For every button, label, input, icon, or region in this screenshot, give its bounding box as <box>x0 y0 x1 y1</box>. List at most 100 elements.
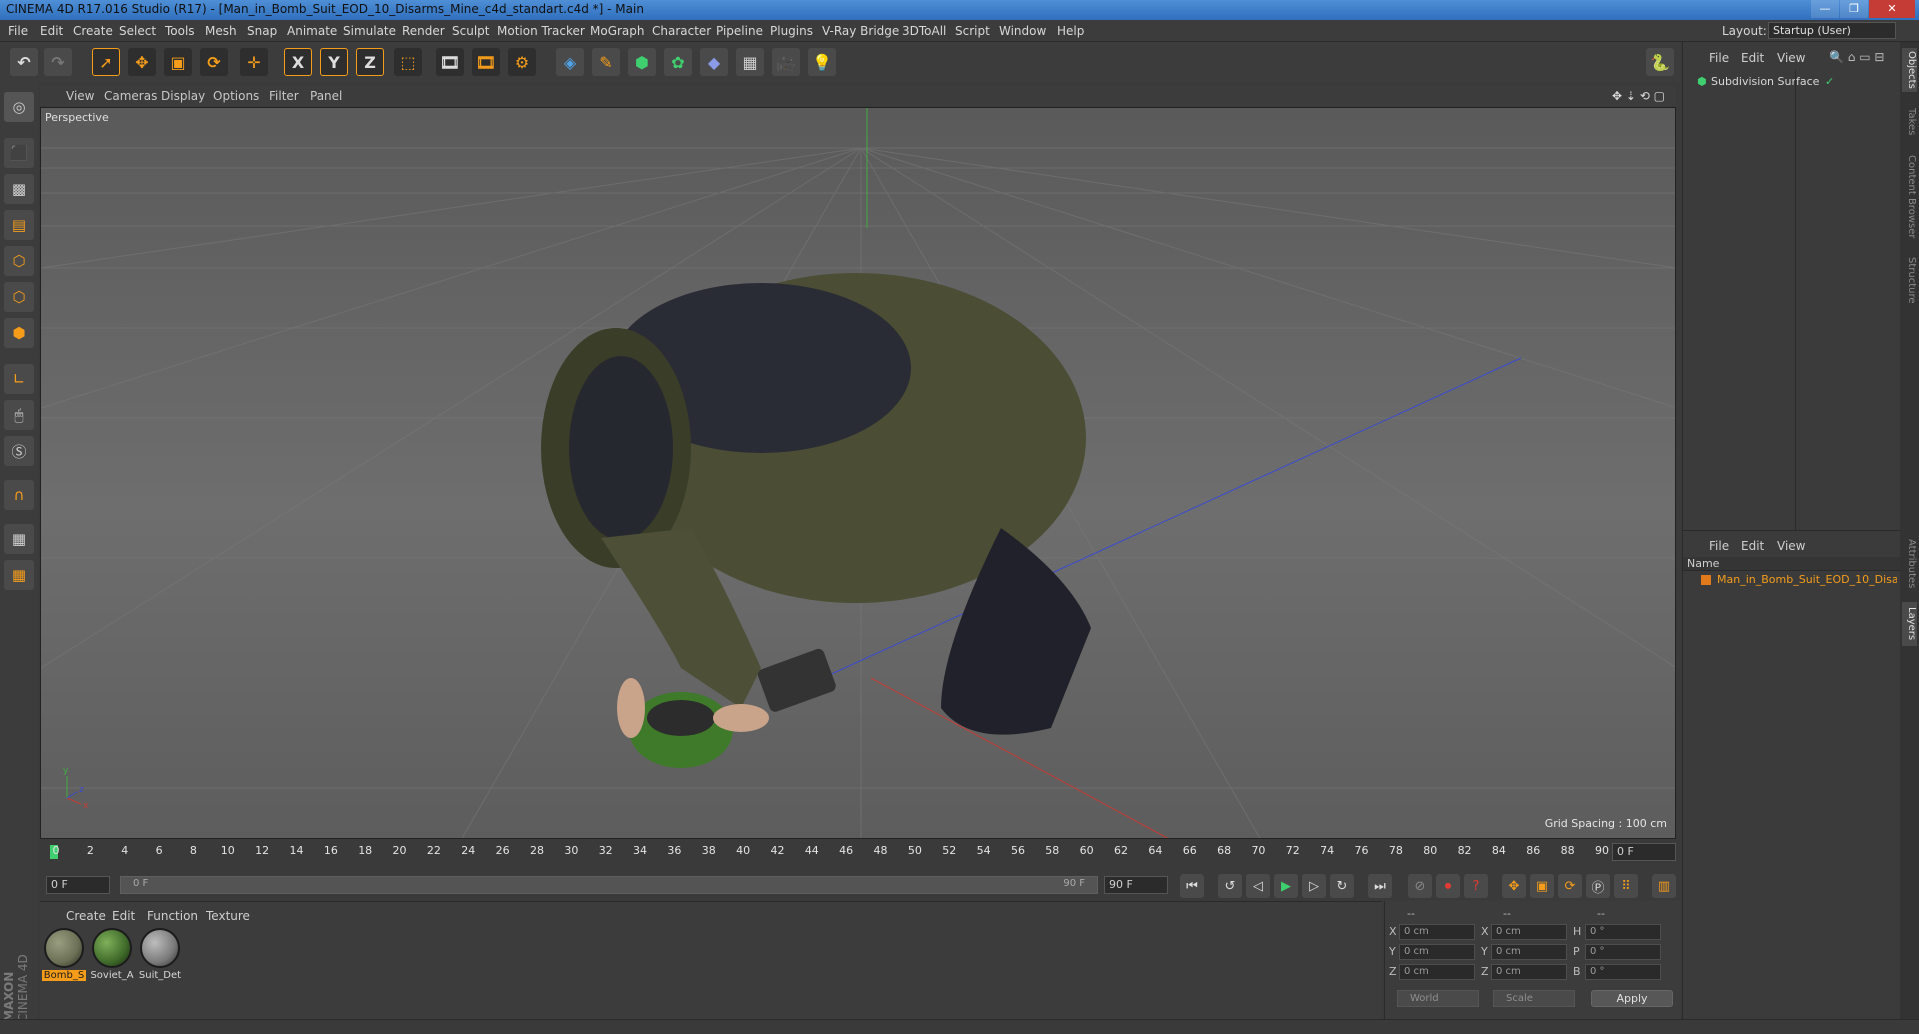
menu-motion-tracker[interactable]: Motion Tracker <box>497 24 585 38</box>
deformer-icon[interactable]: ◆ <box>700 48 728 76</box>
render-settings-icon[interactable]: ⚙ <box>508 48 536 76</box>
menu-select[interactable]: Select <box>119 24 156 38</box>
viewport-menu-panel[interactable]: Panel <box>310 89 342 103</box>
timeline-ruler[interactable]: 0 2 4 6 8 10 12 14 16 18 20 22 24 26 28 30 32 34 36 38 40 42 4… <box>40 841 1680 863</box>
menu-script[interactable]: Script <box>955 24 990 38</box>
play-icon[interactable]: ▶ <box>1274 874 1298 898</box>
key-position-icon[interactable]: ✥ <box>1502 874 1526 898</box>
coordinate-space-select[interactable]: World <box>1397 990 1479 1007</box>
tab-objects[interactable]: Objects <box>1902 48 1917 92</box>
viewport-perspective[interactable]: Perspective y x z Grid Spacing: 100 cm <box>40 107 1676 839</box>
y-axis-lock-button[interactable]: Y <box>320 48 348 76</box>
menu-file[interactable]: File <box>8 24 28 38</box>
render-picture-viewer-icon[interactable]: 🎞 <box>472 48 500 76</box>
scale-tool-icon[interactable]: ▣ <box>164 48 192 76</box>
menu-character[interactable]: Character <box>652 24 711 38</box>
menu-pipeline[interactable]: Pipeline <box>716 24 763 38</box>
timeline-window-icon[interactable]: ▥ <box>1652 874 1676 898</box>
light-icon[interactable]: 💡 <box>808 48 836 76</box>
redo-icon[interactable]: ↷ <box>44 48 72 76</box>
size-y-field[interactable]: 0 cm <box>1491 944 1567 960</box>
subdivision-surface-icon[interactable]: ⬢ <box>628 48 656 76</box>
menu-animate[interactable]: Animate <box>287 24 337 38</box>
floor-icon[interactable]: ▦ <box>736 48 764 76</box>
rotation-h-field[interactable]: 0 ° <box>1585 924 1661 940</box>
autokey-icon[interactable]: ⏺ <box>1436 874 1460 898</box>
pen-spline-icon[interactable]: ✎ <box>592 48 620 76</box>
go-to-end-icon[interactable]: ⏭ <box>1368 874 1392 898</box>
close-button[interactable]: ✕ <box>1869 0 1915 18</box>
move-tool-icon[interactable]: ✥ <box>128 48 156 76</box>
menu-edit[interactable]: Edit <box>40 24 63 38</box>
python-icon[interactable]: 🐍 <box>1646 48 1674 76</box>
size-z-field[interactable]: 0 cm <box>1491 964 1567 980</box>
workplane-lock-icon[interactable]: ▦ <box>4 524 34 554</box>
workplane-icon[interactable]: ▦ <box>4 560 34 590</box>
tweak-mode-icon[interactable]: 🖱 <box>4 400 34 430</box>
material-menu-create[interactable]: Create <box>66 909 106 923</box>
layout-select[interactable]: Startup (User) <box>1768 22 1896 39</box>
start-frame-field[interactable]: 0 F <box>46 876 110 894</box>
rotation-p-field[interactable]: 0 ° <box>1585 944 1661 960</box>
tab-structure[interactable]: Structure <box>1902 252 1917 308</box>
menu-render[interactable]: Render <box>402 24 445 38</box>
viewport-nav-icons[interactable]: ✥ ⇣ ⟲ ▢ <box>1612 89 1665 103</box>
position-y-field[interactable]: 0 cm <box>1399 944 1475 960</box>
rotation-b-field[interactable]: 0 ° <box>1585 964 1661 980</box>
layer-row[interactable]: Man_in_Bomb_Suit_EOD_10_Disarms_Mine <box>1687 573 1897 587</box>
maximize-button[interactable]: ❐ <box>1840 0 1868 18</box>
menu-simulate[interactable]: Simulate <box>343 24 396 38</box>
viewport-menu-cameras[interactable]: Cameras <box>104 89 157 103</box>
magnet-icon[interactable]: ∩ <box>4 480 34 510</box>
range-slider[interactable]: 0 F 90 F <box>120 876 1098 894</box>
material-menu-texture[interactable]: Texture <box>206 909 250 923</box>
key-rotation-icon[interactable]: ⟳ <box>1558 874 1582 898</box>
end-frame-field[interactable]: 90 F <box>1104 876 1168 894</box>
current-frame-field[interactable]: 0 F <box>1612 843 1676 861</box>
render-view-icon[interactable]: 🎞 <box>436 48 464 76</box>
menu-window[interactable]: Window <box>999 24 1046 38</box>
viewport-menu-filter[interactable]: Filter <box>269 89 299 103</box>
select-tool-icon[interactable]: ➚ <box>92 48 120 76</box>
record-keys-icon[interactable]: ⊘ <box>1408 874 1432 898</box>
model-mode-icon[interactable]: ⬛ <box>4 138 34 168</box>
tab-content-browser[interactable]: Content Browser <box>1902 152 1917 242</box>
go-to-start-icon[interactable]: ⏮ <box>1180 874 1204 898</box>
next-frame-icon[interactable]: ▷ <box>1302 874 1326 898</box>
menu-plugins[interactable]: Plugins <box>770 24 813 38</box>
cube-primitive-icon[interactable]: ◈ <box>556 48 584 76</box>
object-menu-file[interactable]: File <box>1709 51 1729 65</box>
object-toolbar-icons[interactable]: 🔍 ⌂ ▭ ⊟ <box>1829 50 1884 64</box>
viewport-menu-view[interactable]: View <box>66 89 94 103</box>
menu-create[interactable]: Create <box>73 24 113 38</box>
x-axis-lock-button[interactable]: X <box>284 48 312 76</box>
material-swatch[interactable]: Bomb_S <box>42 928 86 984</box>
layer-menu-view[interactable]: View <box>1777 539 1805 553</box>
menu-vray-bridge[interactable]: V-Ray Bridge <box>822 24 899 38</box>
edges-mode-icon[interactable]: ⬡ <box>4 282 34 312</box>
key-pla-icon[interactable]: ⠿ <box>1614 874 1638 898</box>
menu-3dtoall[interactable]: 3DToAll <box>902 24 946 38</box>
object-menu-edit[interactable]: Edit <box>1741 51 1764 65</box>
cloner-icon[interactable]: ✿ <box>664 48 692 76</box>
key-parameter-icon[interactable]: Ⓟ <box>1586 874 1610 898</box>
make-editable-icon[interactable]: ◎ <box>4 92 34 122</box>
camera-icon[interactable]: 🎥 <box>772 48 800 76</box>
viewport-menu-display[interactable]: Display <box>161 89 205 103</box>
workplane-mode-icon[interactable]: ▤ <box>4 210 34 240</box>
apply-button[interactable]: Apply <box>1591 990 1673 1007</box>
snap-icon[interactable]: Ⓢ <box>4 436 34 466</box>
bomb-suit-figure[interactable] <box>541 273 1091 768</box>
points-mode-icon[interactable]: ⬡ <box>4 246 34 276</box>
material-swatch[interactable]: Soviet_A <box>90 928 134 984</box>
texture-mode-icon[interactable]: ▩ <box>4 174 34 204</box>
menu-mograph[interactable]: MoGraph <box>590 24 645 38</box>
position-z-field[interactable]: 0 cm <box>1399 964 1475 980</box>
next-key-icon[interactable]: ↻ <box>1330 874 1354 898</box>
previous-frame-icon[interactable]: ◁ <box>1246 874 1270 898</box>
layer-menu-file[interactable]: File <box>1709 539 1729 553</box>
viewport-menu-options[interactable]: Options <box>213 89 259 103</box>
coordinate-system-icon[interactable]: ⬚ <box>394 48 422 76</box>
tab-takes[interactable]: Takes <box>1902 102 1917 142</box>
key-scale-icon[interactable]: ▣ <box>1530 874 1554 898</box>
